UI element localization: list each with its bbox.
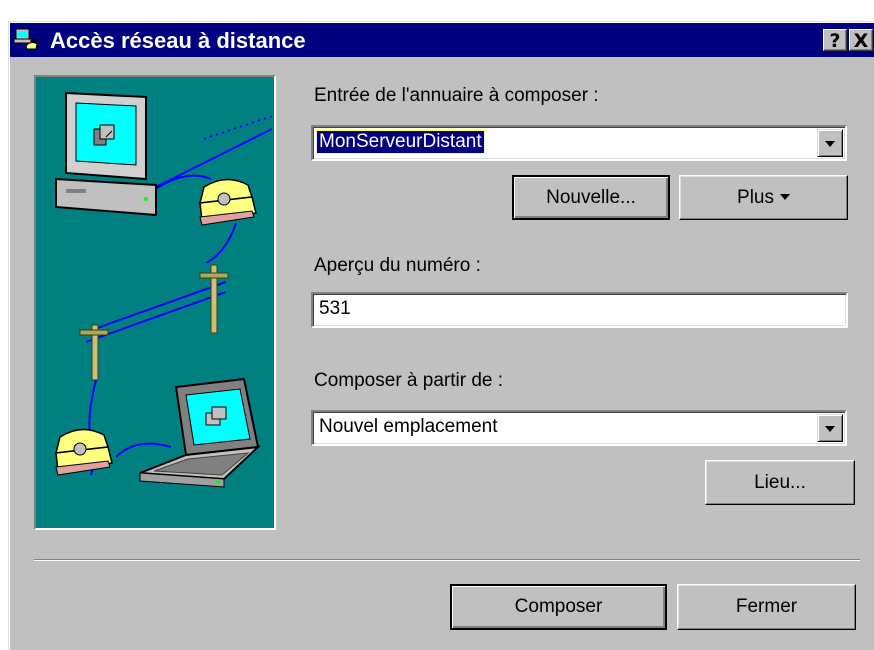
location-button-label: Lieu... xyxy=(754,471,806,493)
close-button-label: Fermer xyxy=(735,596,798,617)
help-button[interactable]: ? xyxy=(823,29,847,52)
more-button[interactable]: Plus xyxy=(679,175,848,220)
phonebook-entry-combobox[interactable]: MonServeurDistant xyxy=(311,125,847,161)
dial-from-label: Composer à partir de : xyxy=(314,370,504,391)
title-bar[interactable]: Accès réseau à distance ? X xyxy=(10,23,874,57)
close-window-button[interactable]: X xyxy=(849,29,873,52)
close-button[interactable]: Fermer xyxy=(677,584,856,630)
dial-button-label: Composer xyxy=(514,596,603,617)
chevron-down-icon[interactable] xyxy=(817,414,843,442)
chevron-down-icon[interactable] xyxy=(817,129,843,157)
dial-from-value: Nouvel emplacement xyxy=(319,416,498,437)
dial-button[interactable]: Composer xyxy=(450,584,667,630)
phonebook-entry-label: Entrée de l'annuaire à composer : xyxy=(314,85,599,106)
new-entry-button-label: Nouvelle... xyxy=(546,186,636,208)
window-title: Accès réseau à distance xyxy=(50,28,306,53)
location-button[interactable]: Lieu... xyxy=(705,460,855,505)
dial-up-networking-icon xyxy=(13,27,41,53)
more-button-label: Plus xyxy=(737,186,774,208)
caret-down-icon xyxy=(779,194,790,201)
number-preview-field[interactable]: 531 xyxy=(311,292,848,328)
number-preview-value: 531 xyxy=(319,298,351,319)
dial-up-networking-illustration xyxy=(34,75,276,530)
separator xyxy=(34,559,860,561)
new-entry-button[interactable]: Nouvelle... xyxy=(512,175,670,220)
dial-from-combobox[interactable]: Nouvel emplacement xyxy=(311,410,847,446)
phonebook-entry-value: MonServeurDistant xyxy=(316,130,485,154)
number-preview-label: Aperçu du numéro : xyxy=(314,255,481,276)
